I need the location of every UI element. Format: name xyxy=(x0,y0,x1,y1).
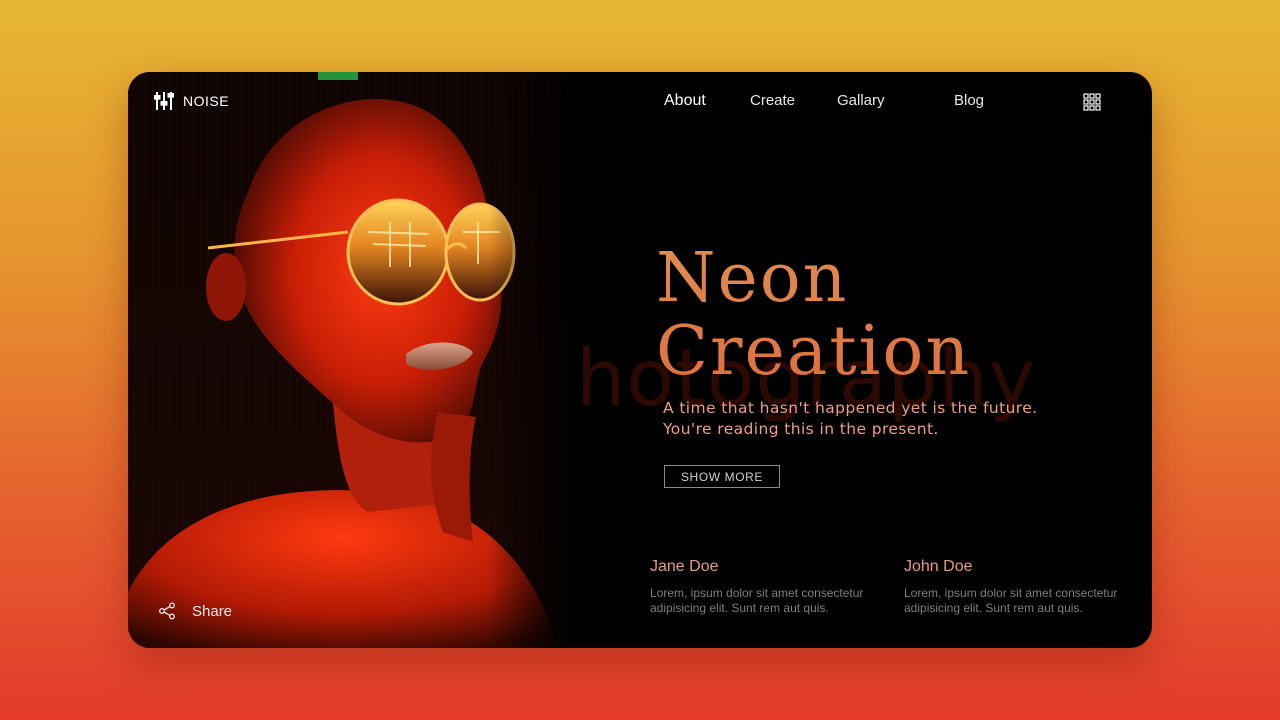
author-bio: Lorem, ipsum dolor sit amet consectetur … xyxy=(904,586,1118,615)
hero-title-line-1: Neon xyxy=(656,239,849,318)
sliders-icon xyxy=(154,92,174,110)
show-more-button[interactable]: SHOW MORE xyxy=(664,465,780,488)
nav-about[interactable]: About xyxy=(664,92,706,110)
hero-tagline-line-1: A time that hasn't happened yet is the f… xyxy=(663,399,1038,417)
nav-create[interactable]: Create xyxy=(750,92,795,109)
brand-logo[interactable]: NOISE xyxy=(154,91,229,111)
hero-title-line-2: Creation xyxy=(656,312,972,391)
hero-tagline-line-2: You're reading this in the present. xyxy=(663,420,939,438)
author-bio: Lorem, ipsum dolor sit amet consectetur … xyxy=(650,586,864,615)
nav-blog[interactable]: Blog xyxy=(954,92,984,109)
grid-menu-icon[interactable] xyxy=(1083,93,1101,111)
hero-title: Neon Creation xyxy=(656,242,971,388)
hero-tagline: A time that hasn't happened yet is the f… xyxy=(663,398,1038,440)
nav-gallary[interactable]: Gallary xyxy=(837,92,885,109)
brand-name: NOISE xyxy=(183,93,230,109)
share-button[interactable]: Share xyxy=(158,602,232,620)
author-card-jane: Jane Doe Lorem, ipsum dolor sit amet con… xyxy=(650,558,866,615)
hero-photo xyxy=(128,72,568,648)
photo-fade-overlay xyxy=(488,72,568,648)
share-label: Share xyxy=(192,602,233,620)
hero-card: NOISE About Create Gallary Blog hotograp… xyxy=(128,72,1152,648)
share-icon xyxy=(159,602,175,620)
author-name: Jane Doe xyxy=(650,558,719,575)
author-card-john: John Doe Lorem, ipsum dolor sit amet con… xyxy=(904,558,1120,615)
author-name: John Doe xyxy=(904,558,973,575)
